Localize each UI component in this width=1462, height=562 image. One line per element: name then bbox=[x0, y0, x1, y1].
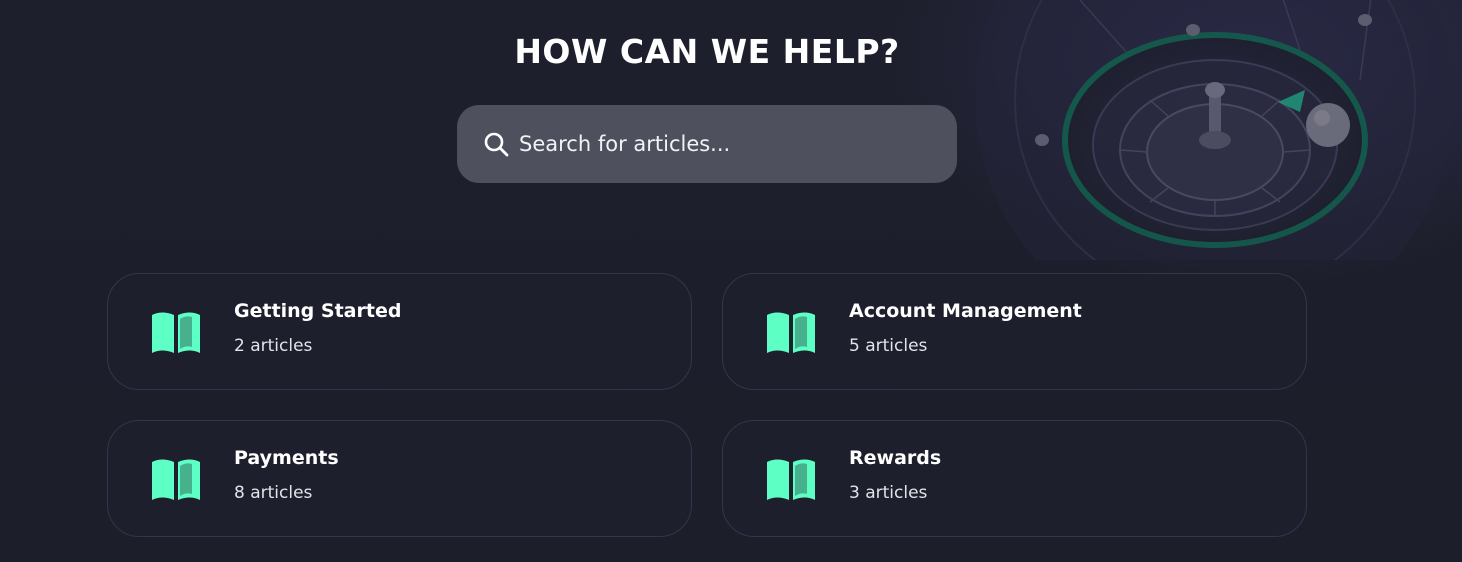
category-title: Payments bbox=[234, 447, 339, 469]
search-bar[interactable] bbox=[457, 105, 957, 183]
book-icon bbox=[152, 459, 200, 500]
category-article-count: 2 articles bbox=[234, 336, 313, 356]
category-title: Getting Started bbox=[234, 300, 402, 322]
page-title: HOW CAN WE HELP? bbox=[514, 32, 900, 71]
category-card-rewards[interactable]: Rewards 3 articles bbox=[722, 420, 1307, 537]
category-card-getting-started[interactable]: Getting Started 2 articles bbox=[107, 273, 692, 390]
book-icon bbox=[152, 312, 200, 353]
help-center-page: HOW CAN WE HELP? Getting Started 2 artic… bbox=[0, 0, 1462, 562]
category-article-count: 3 articles bbox=[849, 483, 928, 503]
book-icon bbox=[767, 312, 815, 353]
search-input[interactable] bbox=[519, 132, 919, 156]
book-icon bbox=[767, 459, 815, 500]
category-article-count: 5 articles bbox=[849, 336, 928, 356]
category-card-payments[interactable]: Payments 8 articles bbox=[107, 420, 692, 537]
category-title: Rewards bbox=[849, 447, 942, 469]
category-card-account-management[interactable]: Account Management 5 articles bbox=[722, 273, 1307, 390]
category-article-count: 8 articles bbox=[234, 483, 313, 503]
search-icon bbox=[484, 132, 509, 157]
category-title: Account Management bbox=[849, 300, 1082, 322]
